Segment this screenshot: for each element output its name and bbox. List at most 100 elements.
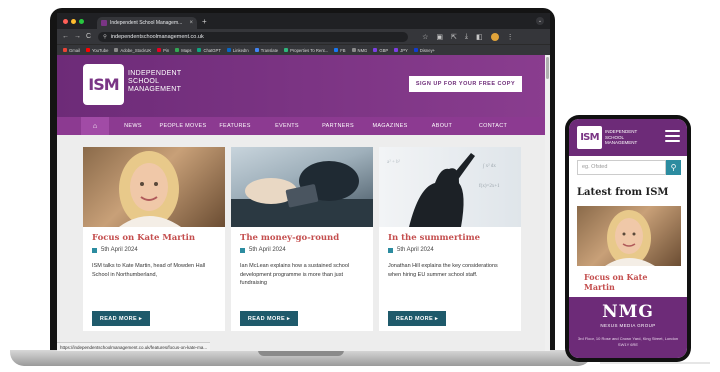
site-header: ISM INDEPENDENT SCHOOL MANAGEMENT SIGN U…	[57, 55, 550, 117]
download-icon[interactable]: ⤓	[465, 33, 468, 41]
bookmark-item[interactable]: GBP	[373, 48, 388, 53]
svg-text:f(x)=2x+1: f(x)=2x+1	[479, 184, 500, 189]
mobile-search-input[interactable]: eg. Ofsted	[577, 160, 666, 175]
mobile-article-image[interactable]	[577, 206, 681, 266]
nav-item-magazines[interactable]: MAGAZINES	[363, 123, 417, 129]
nav-item-features[interactable]: FEATURES	[209, 123, 261, 129]
cast-icon[interactable]: ⇱	[451, 33, 457, 41]
bookmark-item[interactable]: Properties To Rent...	[284, 48, 328, 53]
article-title[interactable]: Focus on Kate Martin	[92, 233, 195, 243]
bookmark-item[interactable]: Disney+	[413, 48, 435, 53]
signup-button[interactable]: SIGN UP FOR YOUR FREE COPY	[409, 76, 522, 92]
close-window-icon[interactable]	[63, 18, 68, 24]
bookmark-item[interactable]: Translate	[254, 48, 278, 53]
bookmark-label: Gmail	[69, 47, 80, 53]
home-icon[interactable]: ⌂	[81, 117, 109, 135]
ism-logo[interactable]: ISM	[83, 64, 124, 105]
profile-avatar[interactable]	[490, 32, 499, 41]
bookmark-favicon-icon	[394, 48, 399, 52]
read-more-button[interactable]: READ MORE ▸	[240, 311, 298, 326]
hamburger-menu-icon[interactable]	[665, 130, 680, 142]
address-bar[interactable]: ⚲ independentschoolmanagement.co.uk	[98, 31, 409, 42]
sidebar-icon[interactable]: ◧	[476, 33, 483, 41]
article-title[interactable]: In the summertime	[388, 233, 480, 243]
article-image[interactable]	[83, 147, 225, 227]
nav-item-contact[interactable]: CONTACT	[467, 123, 519, 129]
mobile-logo-wordmark: INDEPENDENT SCHOOL MANAGEMENT	[605, 129, 637, 146]
bookmark-item[interactable]: FB	[334, 48, 346, 53]
bookmark-item[interactable]: LinkedIn	[226, 47, 249, 53]
bookmark-label: NMG	[357, 47, 368, 53]
reload-icon[interactable]: C	[86, 33, 91, 40]
page-scrollbar[interactable]	[545, 55, 550, 351]
nav-item-news[interactable]: NEWS	[109, 123, 157, 129]
bookmark-item[interactable]: ChatGPT	[197, 47, 221, 53]
bookmark-item[interactable]: NMG	[351, 47, 368, 53]
article-card[interactable]: The money-go-round 5th April 2024 Ian Mc…	[231, 147, 373, 331]
article-date-text: 5th April 2024	[397, 247, 434, 253]
mobile-article-title[interactable]: Focus on Kate Martin	[584, 272, 654, 292]
article-title[interactable]: The money-go-round	[240, 233, 339, 243]
bookmark-favicon-icon	[413, 48, 418, 52]
url-text: independentschoolmanagement.co.uk	[110, 33, 204, 40]
scrollbar-thumb[interactable]	[546, 57, 549, 79]
logo-wordmark[interactable]: INDEPENDENT SCHOOL MANAGEMENT	[128, 70, 181, 94]
read-more-button[interactable]: READ MORE ▸	[92, 311, 150, 326]
bookmark-favicon-icon	[114, 48, 119, 52]
svg-text:a² + b²: a² + b²	[387, 159, 401, 165]
article-image[interactable]	[231, 147, 373, 227]
latest-heading: Latest from ISM	[577, 187, 669, 198]
phone-screen: ISM INDEPENDENT SCHOOL MANAGEMENT eg. Of…	[569, 119, 687, 358]
calendar-icon	[240, 247, 245, 253]
floor-shadow	[600, 362, 710, 364]
bookmark-favicon-icon	[157, 48, 162, 52]
tab-search-icon[interactable]: ⌄	[536, 17, 544, 25]
mobile-logo-mark: ISM	[580, 132, 599, 143]
tab-close-icon[interactable]: ×	[189, 20, 193, 26]
link-status-bar: https://independentschoolmanagement.co.u…	[57, 342, 211, 351]
bookmark-label: LinkedIn	[232, 47, 249, 53]
bookmark-item[interactable]: Gmail	[63, 48, 80, 53]
bookmark-label: ChatGPT	[203, 47, 221, 53]
logo-word: MANAGEMENT	[605, 140, 638, 145]
bookmark-item[interactable]: JPY	[394, 48, 408, 53]
nmg-logo[interactable]: NMG	[569, 302, 687, 322]
bookmark-item[interactable]: Maps	[175, 48, 191, 53]
extensions-icon[interactable]: ▣	[436, 33, 443, 41]
bookmark-label: YouTube	[91, 47, 109, 53]
mobile-ism-logo[interactable]: ISM	[577, 126, 602, 149]
site-favicon-icon	[101, 20, 107, 26]
svg-text:∫ x² dx: ∫ x² dx	[482, 163, 496, 169]
article-date-text: 5th April 2024	[249, 247, 286, 253]
browser-tab-bar: Independent School Managem... × + ⌄	[57, 13, 550, 29]
nav-item-people-moves[interactable]: PEOPLE MOVES	[157, 123, 209, 129]
bookmark-star-icon[interactable]: ☆	[422, 33, 428, 41]
new-tab-icon[interactable]: +	[202, 17, 207, 26]
back-arrow-icon[interactable]: ←	[62, 33, 69, 40]
article-excerpt: ISM talks to Kate Martin, head of Mowden…	[92, 263, 206, 278]
nav-item-events[interactable]: EVENTS	[261, 123, 313, 129]
browser-tab[interactable]: Independent School Managem... ×	[97, 17, 197, 29]
bookmark-item[interactable]: Pin	[157, 48, 169, 53]
article-date: 5th April 2024	[388, 247, 434, 253]
browser-menu-icon[interactable]: ⋮	[507, 33, 514, 41]
bookmark-item[interactable]: YouTube	[85, 47, 109, 53]
article-card[interactable]: ∫ x² dx f(x)=2x+1 a² + b² In the summert…	[379, 147, 521, 331]
maximize-window-icon[interactable]	[79, 18, 84, 24]
search-icon[interactable]: ⚲	[666, 160, 681, 175]
browser-toolbar: ← → C ⚲ independentschoolmanagement.co.u…	[57, 29, 550, 44]
whiteboard-silhouette-illustration: ∫ x² dx f(x)=2x+1 a² + b²	[387, 153, 500, 227]
bookmark-item[interactable]: Adobe_StockUK	[114, 48, 151, 53]
article-date: 5th April 2024	[92, 247, 138, 253]
bookmark-favicon-icon	[284, 48, 289, 52]
nav-item-partners[interactable]: PARTNERS	[313, 123, 363, 129]
article-image[interactable]: ∫ x² dx f(x)=2x+1 a² + b²	[379, 147, 521, 227]
read-more-button[interactable]: READ MORE ▸	[388, 311, 446, 326]
site-info-icon[interactable]: ⚲	[103, 34, 107, 40]
article-excerpt: Ian McLean explains how a sustained scho…	[240, 263, 350, 286]
logo-word: INDEPENDENT	[605, 129, 638, 134]
forward-arrow-icon[interactable]: →	[74, 33, 81, 40]
nav-item-about[interactable]: ABOUT	[417, 123, 467, 129]
article-card[interactable]: Focus on Kate Martin 5th April 2024 ISM …	[83, 147, 225, 331]
minimize-window-icon[interactable]	[71, 18, 76, 24]
